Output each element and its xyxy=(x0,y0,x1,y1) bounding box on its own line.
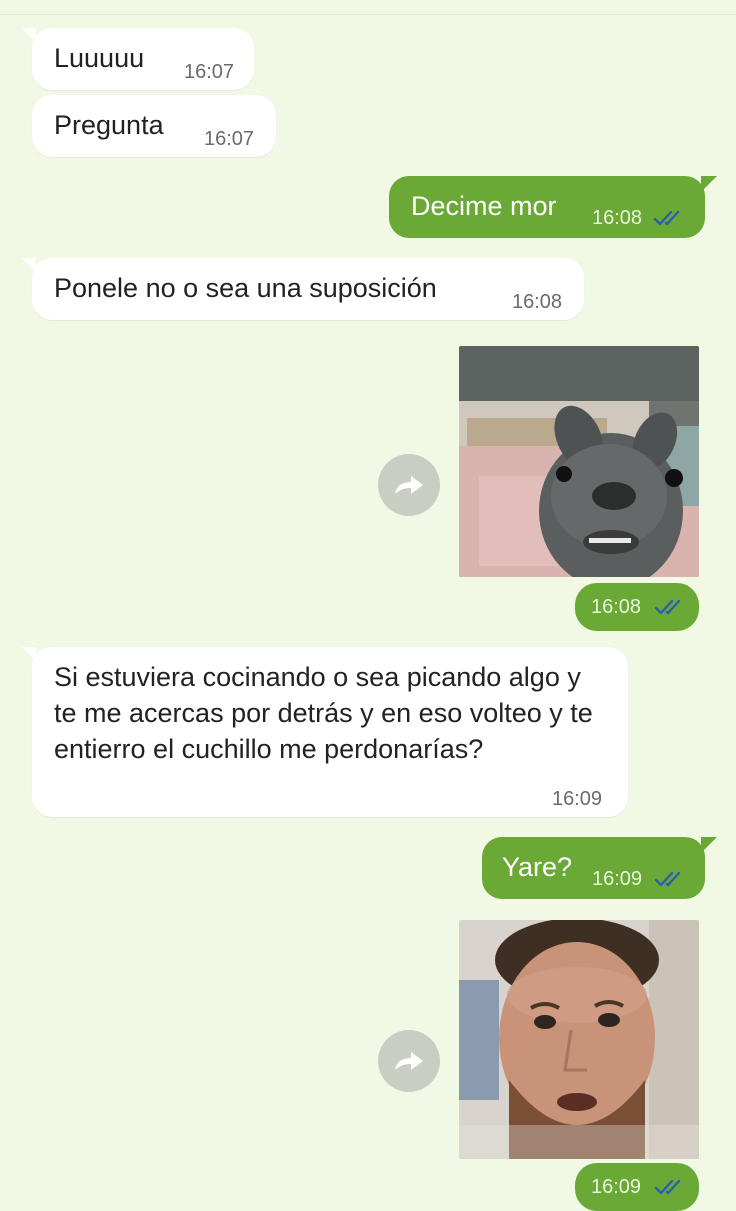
message-time: 16:09 xyxy=(552,788,603,810)
puppy-image xyxy=(459,346,699,577)
message-time: 16:08 xyxy=(591,596,642,618)
message-time: 16:09 xyxy=(592,868,643,890)
message-text: Yare? xyxy=(502,852,573,882)
message-text: Luuuuu xyxy=(54,43,145,73)
outgoing-message[interactable]: Yare? 16:09 xyxy=(482,837,717,899)
sticker-status: 16:08 xyxy=(575,583,699,631)
message-text: Pregunta xyxy=(54,110,164,140)
incoming-message[interactable]: Luuuuu 16:07 xyxy=(22,28,254,90)
message-text: Ponele no o sea una suposición xyxy=(54,273,437,303)
forward-arrow-icon xyxy=(395,476,423,494)
incoming-message[interactable]: Pregunta 16:07 xyxy=(32,95,276,157)
message-time: 16:08 xyxy=(512,291,563,313)
forward-button[interactable] xyxy=(378,454,440,516)
puppy-sticker[interactable] xyxy=(459,346,699,577)
message-time: 16:08 xyxy=(592,207,643,229)
incoming-message[interactable]: Ponele no o sea una suposición 16:08 xyxy=(22,258,584,320)
outgoing-message[interactable]: Decime mor 16:08 xyxy=(389,176,717,238)
double-check-icon xyxy=(654,599,681,615)
sticker-status: 16:09 xyxy=(575,1163,699,1211)
message-time: 16:07 xyxy=(204,128,255,150)
forward-button[interactable] xyxy=(378,1030,440,1092)
message-time: 16:09 xyxy=(591,1176,642,1198)
message-text: Si estuviera cocinando o sea picando alg… xyxy=(54,662,593,764)
man-face-image xyxy=(459,920,699,1159)
forward-arrow-icon xyxy=(395,1052,423,1070)
incoming-message[interactable]: Si estuviera cocinando o sea picando alg… xyxy=(22,647,628,817)
man-face-sticker[interactable] xyxy=(459,920,699,1159)
message-time: 16:07 xyxy=(184,61,235,83)
double-check-icon xyxy=(654,871,681,887)
message-text: Decime mor xyxy=(411,191,557,221)
double-check-icon xyxy=(654,1179,681,1195)
double-check-icon xyxy=(653,210,680,226)
top-divider xyxy=(0,14,736,15)
